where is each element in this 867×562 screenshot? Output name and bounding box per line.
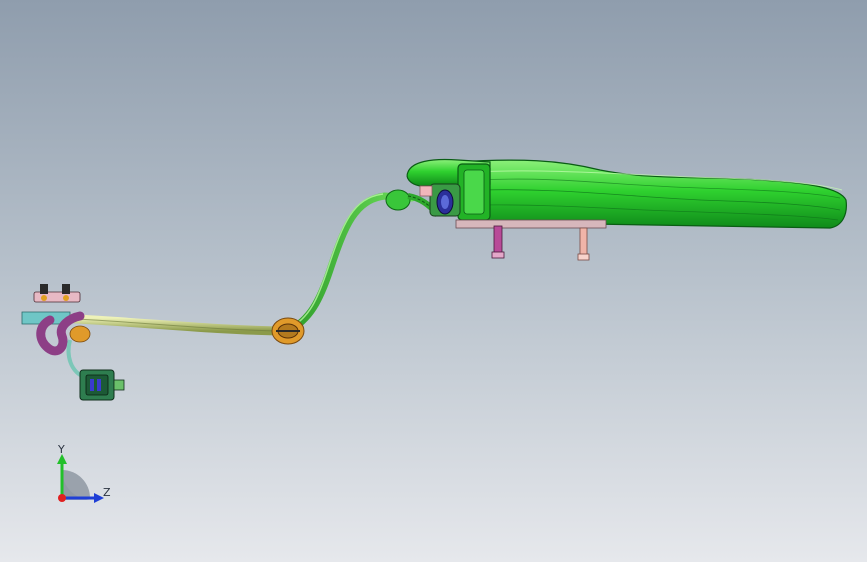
bottom-bracket[interactable] — [455, 219, 607, 229]
left-bracket-assembly[interactable] — [21, 284, 91, 380]
side-connector[interactable] — [79, 369, 125, 401]
housing-body[interactable] — [454, 159, 847, 229]
triad-z-label: Z — [103, 486, 111, 499]
triad-y-label: Y — [58, 443, 65, 456]
mid-clip[interactable] — [271, 317, 305, 345]
cad-viewport[interactable]: Y Z — [0, 0, 867, 562]
assembly-model[interactable] — [0, 0, 867, 562]
mounting-pin-1[interactable] — [491, 225, 505, 259]
mounting-pin-2[interactable] — [577, 227, 590, 261]
